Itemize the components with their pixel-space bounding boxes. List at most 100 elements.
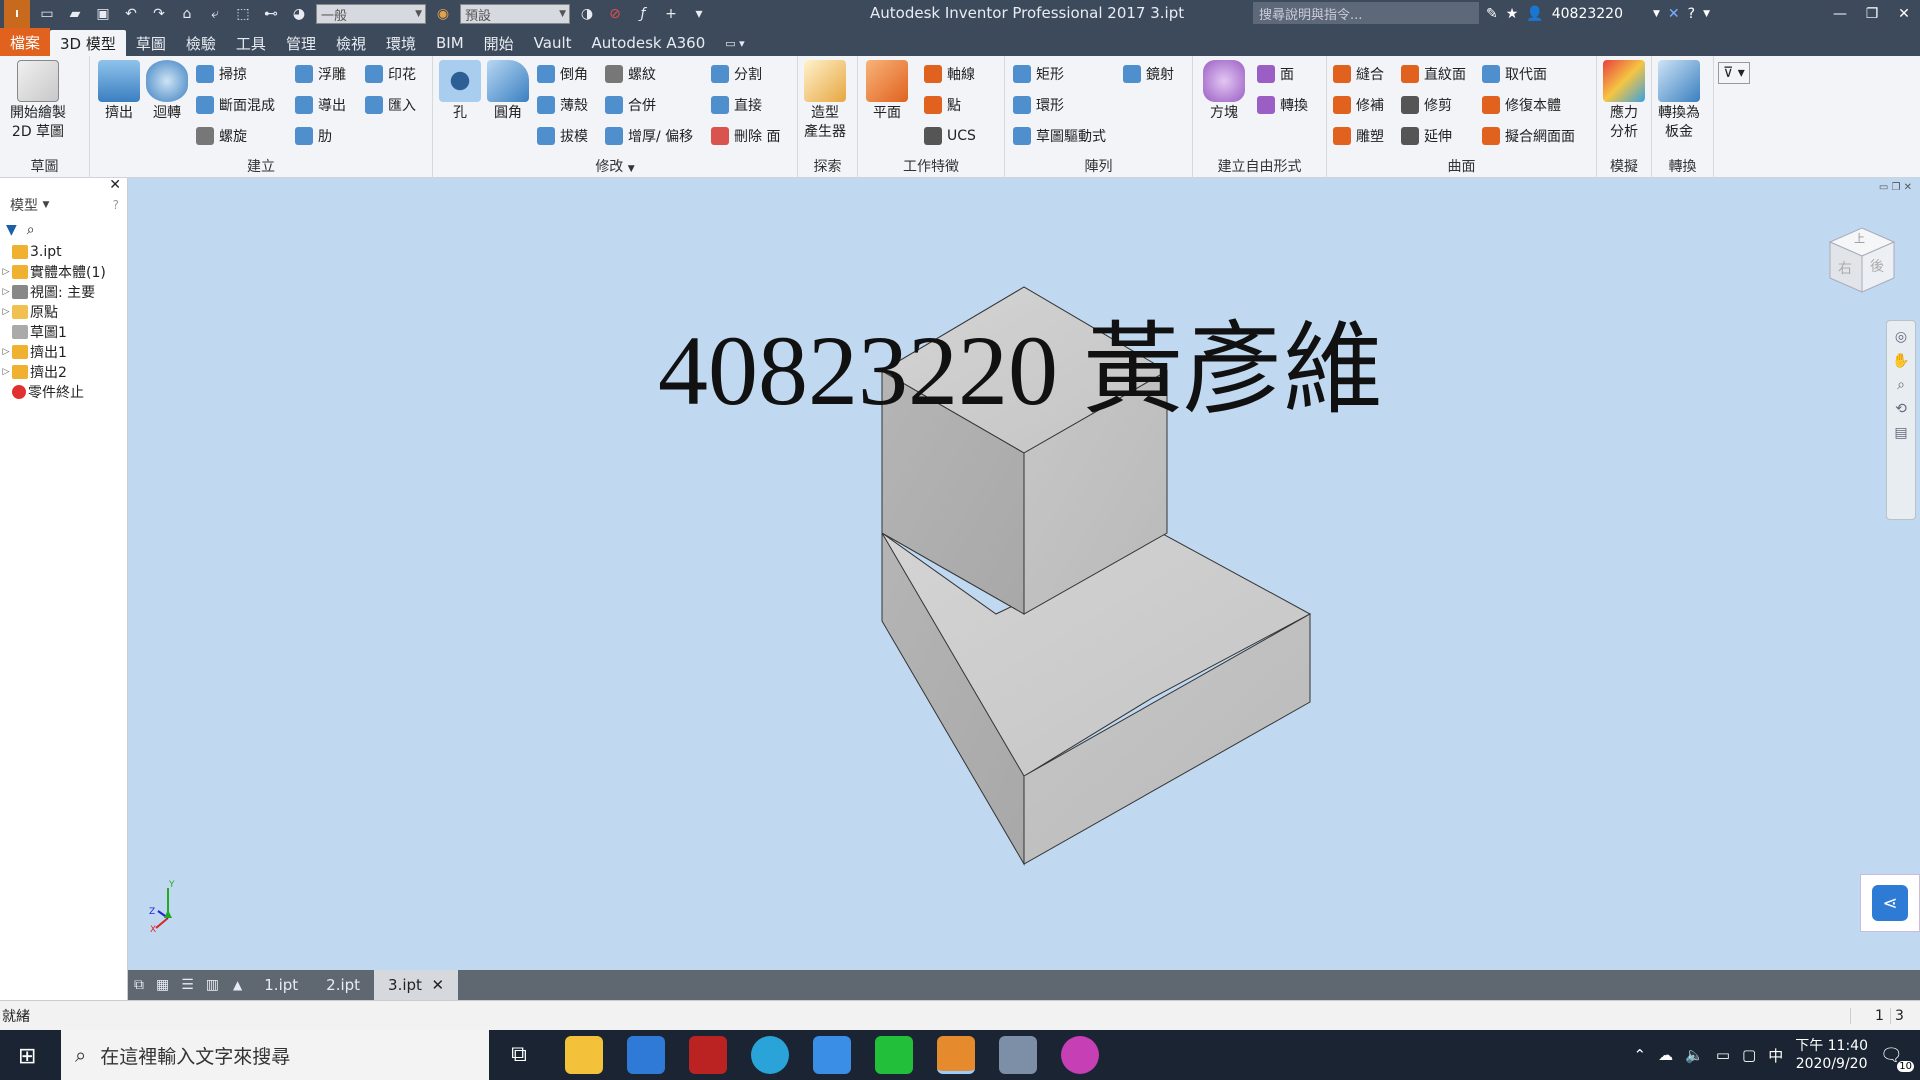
- sculpt-button[interactable]: 雕塑: [1333, 124, 1384, 148]
- search-options-icon[interactable]: ✎: [1486, 6, 1498, 22]
- close-icon[interactable]: ✕: [1888, 0, 1920, 28]
- graphics-viewport[interactable]: 40823220 黃彥維 ▭ ❐ ✕ 上 右 後 ◎ ✋ ⌕ ⟲ ▤ Y X Z…: [128, 178, 1920, 970]
- pro-logo-icon[interactable]: I: [4, 0, 30, 28]
- panel-options-icon[interactable]: ▭ ▾: [715, 30, 754, 56]
- sketch-driven-button[interactable]: 草圖驅動式: [1013, 124, 1106, 148]
- minimize-icon[interactable]: —: [1824, 0, 1856, 28]
- point-button[interactable]: 點: [924, 93, 961, 117]
- doc-tab-2[interactable]: 2.ipt: [312, 970, 374, 1000]
- store-icon[interactable]: [627, 1036, 665, 1074]
- delete-face-button[interactable]: 刪除 面: [711, 124, 780, 148]
- ribbon-options-button[interactable]: ⊽ ▾: [1718, 62, 1750, 84]
- tab-manage[interactable]: 管理: [276, 30, 326, 56]
- save-icon[interactable]: ▣: [92, 4, 114, 24]
- restore-icon[interactable]: ❐: [1856, 0, 1888, 28]
- zoom-icon[interactable]: ⌕: [1897, 377, 1905, 393]
- patch-button[interactable]: 修補: [1333, 93, 1384, 117]
- edge-icon[interactable]: [751, 1036, 789, 1074]
- find-icon[interactable]: ⌕: [27, 222, 35, 238]
- chevron-down-icon[interactable]: ▼: [1653, 9, 1660, 19]
- browser-header[interactable]: 模型 ▼?: [0, 192, 127, 218]
- repair-button[interactable]: 修復本體: [1482, 93, 1561, 117]
- sweep-button[interactable]: 掃掠: [196, 62, 247, 86]
- tree-node[interactable]: 3.ipt: [0, 242, 127, 262]
- return-icon[interactable]: ⤶: [204, 4, 226, 24]
- clear-override-icon[interactable]: ⊘: [604, 4, 626, 24]
- volume-icon[interactable]: 🔈: [1685, 1046, 1704, 1064]
- hole-button[interactable]: 孔: [439, 60, 481, 123]
- tab-file[interactable]: 檔案: [0, 28, 51, 56]
- snip-icon[interactable]: [1061, 1036, 1099, 1074]
- orbit-icon[interactable]: ⟲: [1895, 401, 1907, 417]
- look-at-icon[interactable]: ▤: [1894, 425, 1907, 441]
- help-icon[interactable]: ?: [113, 198, 119, 212]
- start-sketch-button[interactable]: 開始繪製 2D 草圖: [10, 60, 66, 142]
- circ-pattern-button[interactable]: 環形: [1013, 93, 1064, 117]
- tile-vertical-icon[interactable]: ▥: [200, 977, 225, 993]
- windows-start-icon[interactable]: ⊞: [18, 1044, 36, 1069]
- task-view-icon[interactable]: ⧉: [500, 1036, 538, 1074]
- doc-tab-3[interactable]: 3.ipt ✕: [374, 970, 459, 1000]
- help-search-input[interactable]: 搜尋說明與指令...: [1253, 2, 1479, 24]
- coil-button[interactable]: 螺旋: [196, 124, 247, 148]
- stitch-button[interactable]: 縫合: [1333, 62, 1384, 86]
- freeform-face-button[interactable]: 面: [1257, 62, 1294, 86]
- inventor-taskbar-icon[interactable]: [937, 1036, 975, 1074]
- extrude-button[interactable]: 擠出: [98, 60, 140, 123]
- tab-sketch[interactable]: 草圖: [126, 30, 176, 56]
- rect-pattern-button[interactable]: 矩形: [1013, 62, 1064, 86]
- clock[interactable]: 下午 11:40 2020/9/20: [1795, 1037, 1868, 1073]
- tile-icon[interactable]: ▦: [150, 977, 175, 993]
- tree-node[interactable]: ▷ 擠出2: [0, 362, 127, 382]
- expand-icon[interactable]: ▷: [0, 287, 12, 297]
- doc-tab-1[interactable]: 1.ipt: [250, 970, 312, 1000]
- tab-3d-model[interactable]: 3D 模型: [50, 30, 126, 56]
- document-list-icon[interactable]: ▲: [225, 978, 250, 992]
- expand-icon[interactable]: ▷: [0, 367, 12, 377]
- split-button[interactable]: 分割: [711, 62, 762, 86]
- tab-vault[interactable]: Vault: [524, 30, 582, 56]
- onedrive-icon[interactable]: ☁: [1658, 1046, 1673, 1064]
- expand-icon[interactable]: ▷: [0, 307, 12, 317]
- view-cube[interactable]: 上 右 後: [1826, 224, 1898, 296]
- ruled-button[interactable]: 直紋面: [1401, 62, 1466, 86]
- adjust-icon[interactable]: ◑: [576, 4, 598, 24]
- emboss-button[interactable]: 浮雕: [295, 62, 346, 86]
- customize-icon[interactable]: ▾: [688, 4, 710, 24]
- axis-button[interactable]: 軸線: [924, 62, 975, 86]
- close-icon[interactable]: ✕: [431, 976, 444, 994]
- chevron-down-icon[interactable]: ▼: [1703, 9, 1710, 19]
- tree-node[interactable]: ▷ 實體本體(1): [0, 262, 127, 282]
- line-icon[interactable]: [875, 1036, 913, 1074]
- tab-get-started[interactable]: 開始: [474, 30, 524, 56]
- app-red-icon[interactable]: [689, 1036, 727, 1074]
- derive-button[interactable]: 導出: [295, 93, 346, 117]
- combine-button[interactable]: 合併: [605, 93, 656, 117]
- tab-environments[interactable]: 環境: [376, 30, 426, 56]
- exchange-icon[interactable]: ✕: [1668, 6, 1680, 22]
- material-dropdown[interactable]: 一般 ▼: [316, 4, 426, 24]
- new-icon[interactable]: ▭: [36, 4, 58, 24]
- appearance-dropdown[interactable]: 預設 ▼: [460, 4, 570, 24]
- star-icon[interactable]: ★: [1506, 6, 1519, 22]
- tab-bim[interactable]: BIM: [426, 30, 474, 56]
- ime-indicator[interactable]: 中: [1768, 1045, 1783, 1066]
- appearance-icon[interactable]: ◉: [432, 4, 454, 24]
- import-button[interactable]: 匯入: [365, 93, 416, 117]
- tile-horizontal-icon[interactable]: ☰: [175, 977, 200, 993]
- mail-icon[interactable]: [813, 1036, 851, 1074]
- direct-button[interactable]: 直接: [711, 93, 762, 117]
- loft-button[interactable]: 斷面混成: [196, 93, 275, 117]
- file-explorer-icon[interactable]: [565, 1036, 603, 1074]
- panel-title-modify[interactable]: 修改 ▼: [433, 156, 797, 176]
- tree-node[interactable]: 草圖1: [0, 322, 127, 342]
- tree-node[interactable]: ▷ 視圖: 主要: [0, 282, 127, 302]
- rib-button[interactable]: 肋: [295, 124, 332, 148]
- replace-face-button[interactable]: 取代面: [1482, 62, 1547, 86]
- tab-inspect[interactable]: 檢驗: [176, 30, 226, 56]
- share-button[interactable]: ⋖: [1860, 874, 1920, 932]
- convert-button[interactable]: 轉換: [1257, 93, 1308, 117]
- tab-a360[interactable]: Autodesk A360: [582, 30, 716, 56]
- revolve-button[interactable]: 迴轉: [146, 60, 188, 123]
- draft-button[interactable]: 拔模: [537, 124, 588, 148]
